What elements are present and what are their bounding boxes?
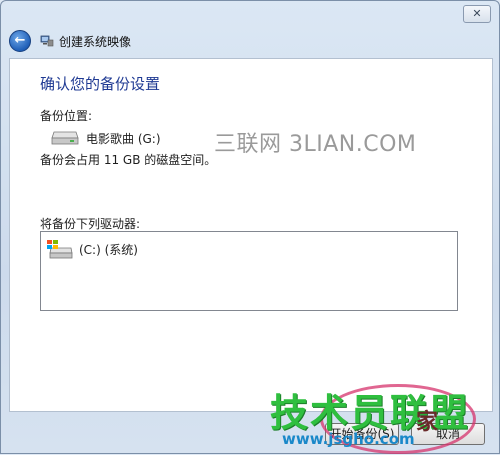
title-bar: ✕: [1, 1, 499, 25]
back-arrow-icon: ←: [14, 33, 26, 48]
backup-drive-name: 电影歌曲 (G:): [86, 132, 161, 146]
back-button[interactable]: ←: [9, 30, 31, 52]
watermark-3lian: 三联网 3LIAN.COM: [214, 132, 417, 157]
page-heading: 确认您的备份设置: [40, 75, 161, 93]
watermark-logo-side: 家: [416, 409, 439, 435]
wizard-content: 确认您的备份设置 备份位置: 电影歌曲 (G:) 备份会占用 11 GB 的磁盘…: [9, 58, 493, 412]
watermark-url: www.jsgho.com: [282, 430, 415, 448]
windows-drive-icon: [47, 240, 73, 259]
system-image-icon: [40, 35, 54, 47]
disk-space-text: 备份会占用 11 GB 的磁盘空间。: [40, 153, 217, 167]
navigation-bar: ← 创建系统映像: [1, 27, 499, 57]
close-button[interactable]: ✕: [463, 5, 491, 23]
wizard-title: 创建系统映像: [59, 35, 132, 49]
drives-included-label: 将备份下列驱动器:: [40, 217, 141, 231]
close-icon: ✕: [472, 7, 482, 20]
hard-drive-icon: [51, 131, 79, 145]
drive-item-label: (C:) (系统): [79, 243, 138, 257]
backup-location-label: 备份位置:: [40, 109, 93, 123]
drives-listbox[interactable]: (C:) (系统): [40, 231, 458, 311]
watermark-logo-main: 技术员联盟: [270, 391, 471, 435]
